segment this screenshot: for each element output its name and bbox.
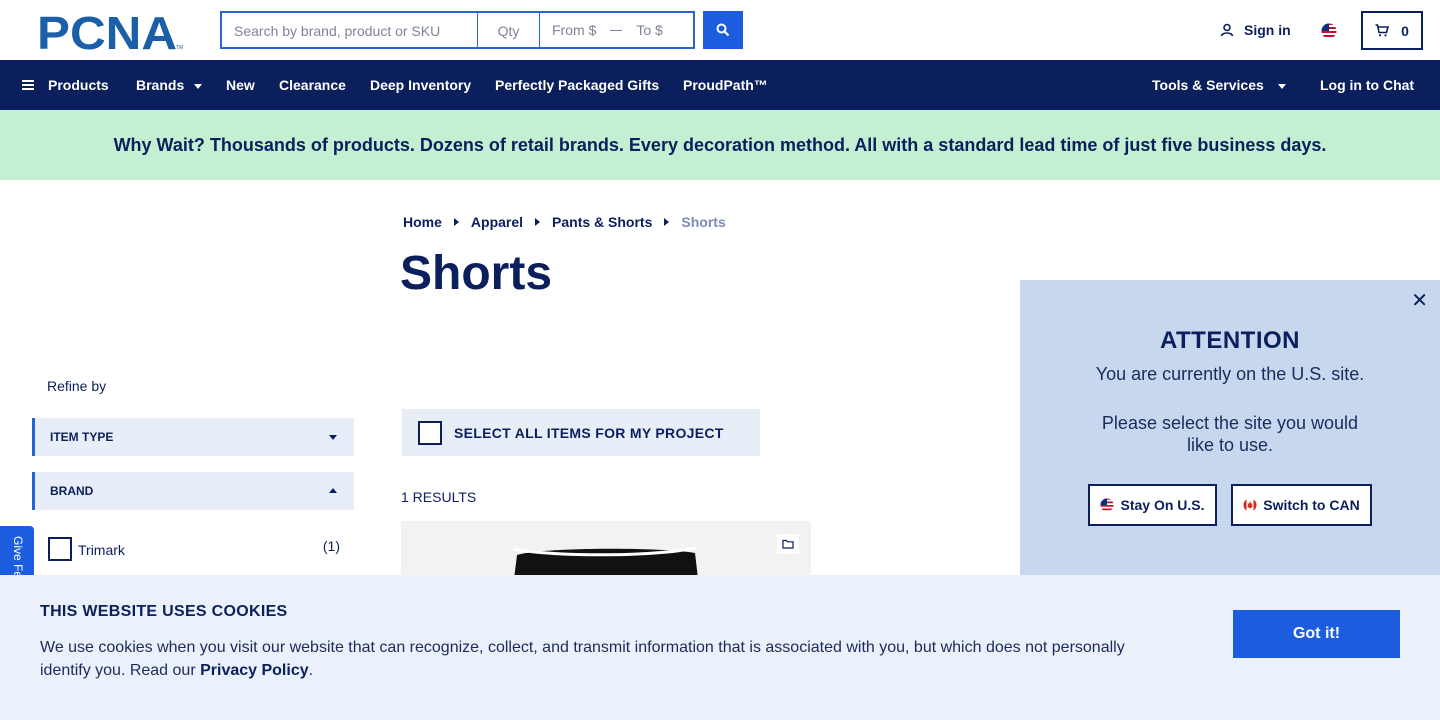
- product-card[interactable]: [401, 521, 811, 581]
- search-bar: Search by brand, product or SKU Qty From…: [220, 11, 695, 49]
- nav-new[interactable]: New: [226, 77, 255, 93]
- nav-deep-inventory[interactable]: Deep Inventory: [370, 77, 471, 93]
- svg-text:PCNA: PCNA: [37, 12, 177, 50]
- facet-label: ITEM TYPE: [50, 430, 114, 444]
- nav-brands[interactable]: Brands: [136, 77, 203, 93]
- nav-tools-label: Tools & Services: [1152, 77, 1264, 93]
- breadcrumb-pants-shorts[interactable]: Pants & Shorts: [552, 214, 652, 230]
- breadcrumb-apparel[interactable]: Apparel: [471, 214, 523, 230]
- canada-flag-icon: [1243, 498, 1257, 512]
- promo-banner: Why Wait? Thousands of products. Dozens …: [0, 110, 1440, 180]
- results-count: 1 RESULTS: [401, 489, 477, 505]
- price-from-input[interactable]: From $: [552, 22, 596, 38]
- facet-label: BRAND: [50, 484, 94, 498]
- us-flag-icon: [1100, 498, 1115, 512]
- privacy-policy-link[interactable]: Privacy Policy: [200, 662, 309, 679]
- brand-checkbox[interactable]: [48, 537, 72, 561]
- sign-in-link[interactable]: Sign in: [1220, 22, 1291, 38]
- svg-text:TM: TM: [176, 45, 183, 50]
- select-all-checkbox[interactable]: [418, 420, 442, 445]
- cookie-banner: THIS WEBSITE USES COOKIES We use cookies…: [0, 575, 1440, 720]
- nav-proudpath[interactable]: ProudPath™: [683, 77, 768, 93]
- sign-in-label: Sign in: [1244, 22, 1291, 38]
- cart-icon: [1375, 24, 1390, 37]
- nav-brands-label: Brands: [136, 77, 185, 93]
- breadcrumb-separator-icon: [453, 218, 459, 226]
- brand-option-trimark[interactable]: Trimark (1): [48, 537, 340, 561]
- folder-icon[interactable]: [777, 534, 799, 554]
- breadcrumb-current: Shorts: [681, 214, 726, 230]
- breadcrumb: Home Apparel Pants & Shorts Shorts: [403, 214, 726, 230]
- refine-label: Refine by: [47, 378, 107, 394]
- modal-current-site-text: You are currently on the U.S. site.: [1095, 364, 1365, 384]
- cookie-body: We use cookies when you visit our websit…: [40, 636, 1150, 682]
- nav-products[interactable]: Products: [22, 77, 109, 93]
- breadcrumb-home[interactable]: Home: [403, 214, 442, 230]
- price-range: From $ To $: [540, 13, 693, 47]
- close-icon[interactable]: ✕: [1411, 288, 1428, 313]
- cart-button[interactable]: 0: [1361, 11, 1423, 50]
- modal-select-text: Please select the site you would like to…: [1101, 413, 1359, 455]
- select-all-label: SELECT ALL ITEMS FOR MY PROJECT: [454, 424, 724, 441]
- page-title: Shorts: [400, 247, 553, 300]
- switch-can-label: Switch to CAN: [1263, 497, 1360, 513]
- us-flag-icon[interactable]: [1321, 23, 1337, 39]
- promo-text: Why Wait? Thousands of products. Dozens …: [113, 134, 1327, 155]
- nav-gifts[interactable]: Perfectly Packaged Gifts: [495, 77, 659, 93]
- region-select-modal: ✕ ATTENTION You are currently on the U.S…: [1020, 280, 1440, 580]
- search-icon: [716, 23, 730, 37]
- stay-us-label: Stay On U.S.: [1120, 497, 1205, 513]
- range-dash: [610, 29, 623, 31]
- user-icon: [1220, 23, 1234, 37]
- main-nav: Products Brands New Clearance Deep Inven…: [0, 60, 1440, 110]
- chevron-down-icon: [329, 435, 337, 440]
- chevron-down-icon: [194, 83, 203, 89]
- brand-option-count: (1): [322, 538, 340, 554]
- chevron-down-icon: [1277, 83, 1286, 89]
- got-it-button[interactable]: Got it!: [1233, 610, 1400, 658]
- price-to-input[interactable]: To $: [636, 22, 662, 38]
- brand-option-label: Trimark: [78, 542, 125, 558]
- nav-clearance[interactable]: Clearance: [279, 77, 346, 93]
- stay-us-button[interactable]: Stay On U.S.: [1088, 484, 1217, 526]
- top-header: PCNA TM Search by brand, product or SKU …: [0, 0, 1440, 60]
- chevron-up-icon: [329, 488, 337, 493]
- qty-input[interactable]: Qty: [478, 13, 540, 47]
- nav-products-label: Products: [48, 77, 109, 93]
- breadcrumb-separator-icon: [664, 218, 670, 226]
- search-button[interactable]: [703, 11, 743, 49]
- search-input[interactable]: Search by brand, product or SKU: [222, 13, 478, 47]
- pcna-logo[interactable]: PCNA TM: [37, 12, 184, 50]
- nav-chat-login[interactable]: Log in to Chat: [1320, 77, 1414, 93]
- select-all-button[interactable]: SELECT ALL ITEMS FOR MY PROJECT: [402, 409, 760, 456]
- facet-brand[interactable]: BRAND: [32, 472, 354, 510]
- breadcrumb-separator-icon: [535, 218, 541, 226]
- cookie-body-period: .: [308, 662, 314, 679]
- modal-heading: ATTENTION: [1159, 327, 1301, 354]
- switch-can-button[interactable]: Switch to CAN: [1231, 484, 1372, 526]
- nav-tools-services[interactable]: Tools & Services: [1152, 77, 1286, 93]
- menu-icon: [22, 78, 34, 92]
- cart-count: 0: [1401, 22, 1409, 39]
- cookie-title: THIS WEBSITE USES COOKIES: [40, 603, 288, 620]
- facet-item-type[interactable]: ITEM TYPE: [32, 418, 354, 456]
